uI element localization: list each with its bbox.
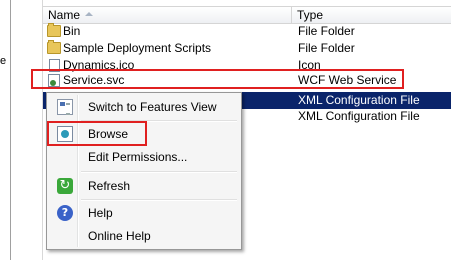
column-header-type-label: Type [297, 8, 324, 22]
menu-item-label: Help [88, 206, 113, 220]
menu-item-label: Online Help [88, 229, 151, 243]
menu-item-label: Edit Permissions... [88, 150, 188, 164]
menu-item-switch-to-features-view[interactable]: Switch to Features View [49, 96, 239, 118]
file-name: Bin [63, 24, 81, 38]
folder-icon [47, 23, 61, 37]
column-header-type[interactable]: Type [292, 7, 451, 23]
menu-item-refresh[interactable]: Refresh [49, 175, 239, 197]
refresh-icon [57, 175, 73, 197]
column-header-name[interactable]: Name [43, 7, 292, 23]
menu-item-help[interactable]: ? Help [49, 202, 239, 224]
service-svc-highlight-box [31, 69, 404, 89]
features-view-icon [57, 99, 73, 115]
menu-item-edit-permissions[interactable]: Edit Permissions... [49, 146, 239, 168]
help-icon: ? [57, 205, 73, 221]
menu-separator [81, 171, 237, 173]
menu-item-label: Refresh [88, 179, 131, 193]
browse-highlight-box [47, 121, 147, 146]
file-row-sample-deployment-scripts[interactable]: Sample Deployment Scripts File Folder [43, 40, 451, 57]
menu-separator [81, 199, 237, 201]
sort-ascending-icon [85, 12, 93, 16]
file-type: XML Configuration File [298, 109, 420, 123]
menu-item-label: Switch to Features View [88, 100, 217, 114]
file-name: Sample Deployment Scripts [63, 41, 212, 55]
left-pane: e [0, 0, 11, 260]
left-pane-text: e [0, 55, 7, 67]
column-header-bar: Name Type [43, 6, 451, 24]
menu-item-online-help[interactable]: Online Help [49, 225, 239, 247]
file-row-bin[interactable]: Bin File Folder [43, 23, 451, 40]
file-type: File Folder [298, 41, 355, 55]
file-type: XML Configuration File [298, 93, 420, 107]
context-menu: Switch to Features View Browse Edit Perm… [46, 92, 242, 250]
folder-icon [47, 40, 61, 54]
file-type: File Folder [298, 24, 355, 38]
column-header-name-label: Name [48, 8, 81, 22]
iis-content-view: e Name Type Bin File Folder Sample Deplo… [0, 0, 451, 260]
